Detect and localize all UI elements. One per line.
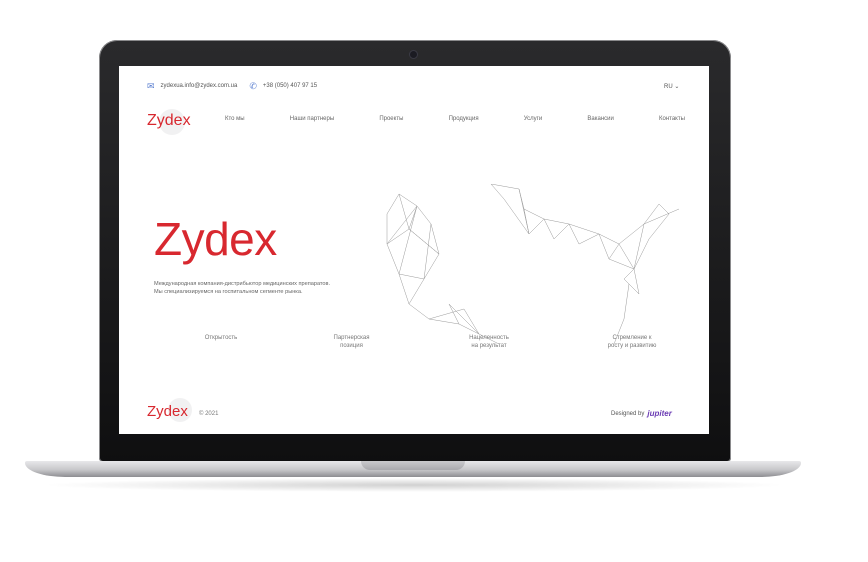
website-screen: ✉ zydexua.info@zydex.com.ua ✆ +38 (050) … [119,66,709,434]
laptop-shadow [40,478,788,492]
description-line: Мы специализируемся на госпитальном сегм… [154,289,303,295]
language-selector[interactable]: RU ⌄ [664,83,679,90]
contact-bar: ✉ zydexua.info@zydex.com.ua ✆ +38 (050) … [147,81,317,91]
hero-title: Zydex [154,213,277,265]
language-label: RU [664,84,673,90]
nav-item-who-we-are[interactable]: Кто мы [225,116,245,122]
value-line: Нацеленность [469,335,509,341]
header-logo[interactable]: Zydex [147,112,191,130]
value-partnership: Партнерская позиция [324,334,379,350]
network-lines [386,184,680,345]
value-growth: Стремление к росту и развитию [597,334,667,350]
value-line: на результат [471,343,507,349]
agency-name: jupiter [647,409,672,418]
laptop-notch [361,461,465,470]
nav-item-projects[interactable]: Проекты [379,116,403,122]
envelope-icon: ✉ [147,81,155,91]
chevron-down-icon: ⌄ [674,84,680,90]
value-line: Партнерская [333,335,370,341]
hero-description: Международная компания-дистрибьютор меди… [154,280,330,296]
network-graphic [386,184,680,345]
agency-logo[interactable]: jupiter [647,409,671,418]
nav-item-vacancies[interactable]: Вакансии [587,116,613,122]
designed-by: Designed by jupiter [611,409,672,418]
designed-by-label: Designed by [611,410,645,417]
nav-item-contacts[interactable]: Контакты [659,116,685,122]
footer-logo[interactable]: Zydex [147,403,188,420]
copyright: © 2021 [199,411,219,417]
nav-item-services[interactable]: Услуги [524,116,542,122]
value-line: позиция [340,343,363,349]
description-line: Международная компания-дистрибьютор меди… [154,281,331,287]
main-nav: Кто мы Наши партнеры Проекты Продукция У… [225,116,685,122]
webcam-icon [410,51,417,58]
value-line: Стремление к [612,335,652,341]
phone-icon: ✆ [249,81,257,91]
value-openness: Открытость [201,334,241,342]
phone-link[interactable]: +38 (050) 407 97 15 [263,83,317,89]
nav-item-partners[interactable]: Наши партнеры [290,116,334,122]
email-link[interactable]: zydexua.info@zydex.com.ua [161,83,238,89]
value-results: Нацеленность на результат [459,334,519,350]
value-line: Открытость [204,335,238,341]
value-line: росту и развитию [607,343,657,349]
nav-item-products[interactable]: Продукция [449,116,479,122]
